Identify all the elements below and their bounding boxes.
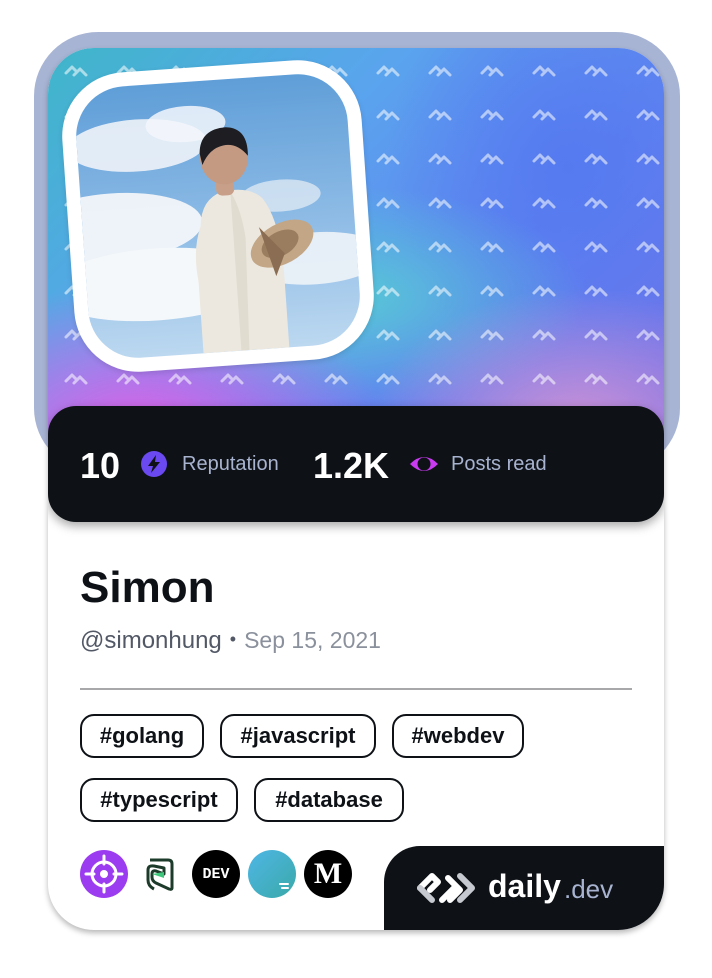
cover-image [48, 48, 664, 448]
profile-handle: @simonhung [80, 627, 222, 654]
separator-dot: • [229, 629, 237, 649]
reputation-label: Reputation [182, 453, 279, 475]
devcard: 10 Reputation 1.2K Posts read Simon @sim… [48, 48, 664, 930]
tag-chip[interactable]: #database [254, 778, 404, 822]
profile-name: Simon [80, 563, 215, 612]
avatar-photo [72, 70, 364, 362]
medium-source-icon[interactable]: M [304, 850, 352, 898]
posts-read-label: Posts read [451, 453, 547, 475]
daily-dev-logo-icon [417, 873, 475, 903]
s-logo-icon [146, 858, 174, 891]
avatar [57, 55, 379, 377]
person-photo [72, 105, 364, 354]
tag-chip[interactable]: #golang [80, 714, 204, 758]
reputation-value: 10 [80, 445, 121, 486]
s-source-icon[interactable] [136, 850, 184, 898]
profile-meta: @simonhung • Sep 15, 2021 [80, 626, 381, 658]
posts-read-value: 1.2K [313, 445, 390, 486]
crosshair-source-icon[interactable] [80, 850, 128, 898]
stats-bar: 10 Reputation 1.2K Posts read [48, 406, 664, 522]
tag-chip[interactable]: #typescript [80, 778, 238, 822]
joined-date: Sep 15, 2021 [244, 627, 381, 653]
brand-name: daily [488, 868, 561, 904]
tag-chip[interactable]: #webdev [392, 714, 524, 758]
brand-suffix: .dev [564, 874, 614, 904]
reputation-icon [141, 451, 167, 477]
crosshair-icon [84, 854, 124, 894]
posts-read-eye-icon [410, 457, 438, 471]
daily-dev-brand: daily .dev [384, 846, 664, 930]
tag-chip[interactable]: #javascript [220, 714, 376, 758]
divider [80, 688, 632, 690]
gradient-source-icon[interactable] [248, 850, 296, 898]
text-lines-icon [279, 883, 289, 889]
dev-source-icon[interactable]: DEV [192, 850, 240, 898]
